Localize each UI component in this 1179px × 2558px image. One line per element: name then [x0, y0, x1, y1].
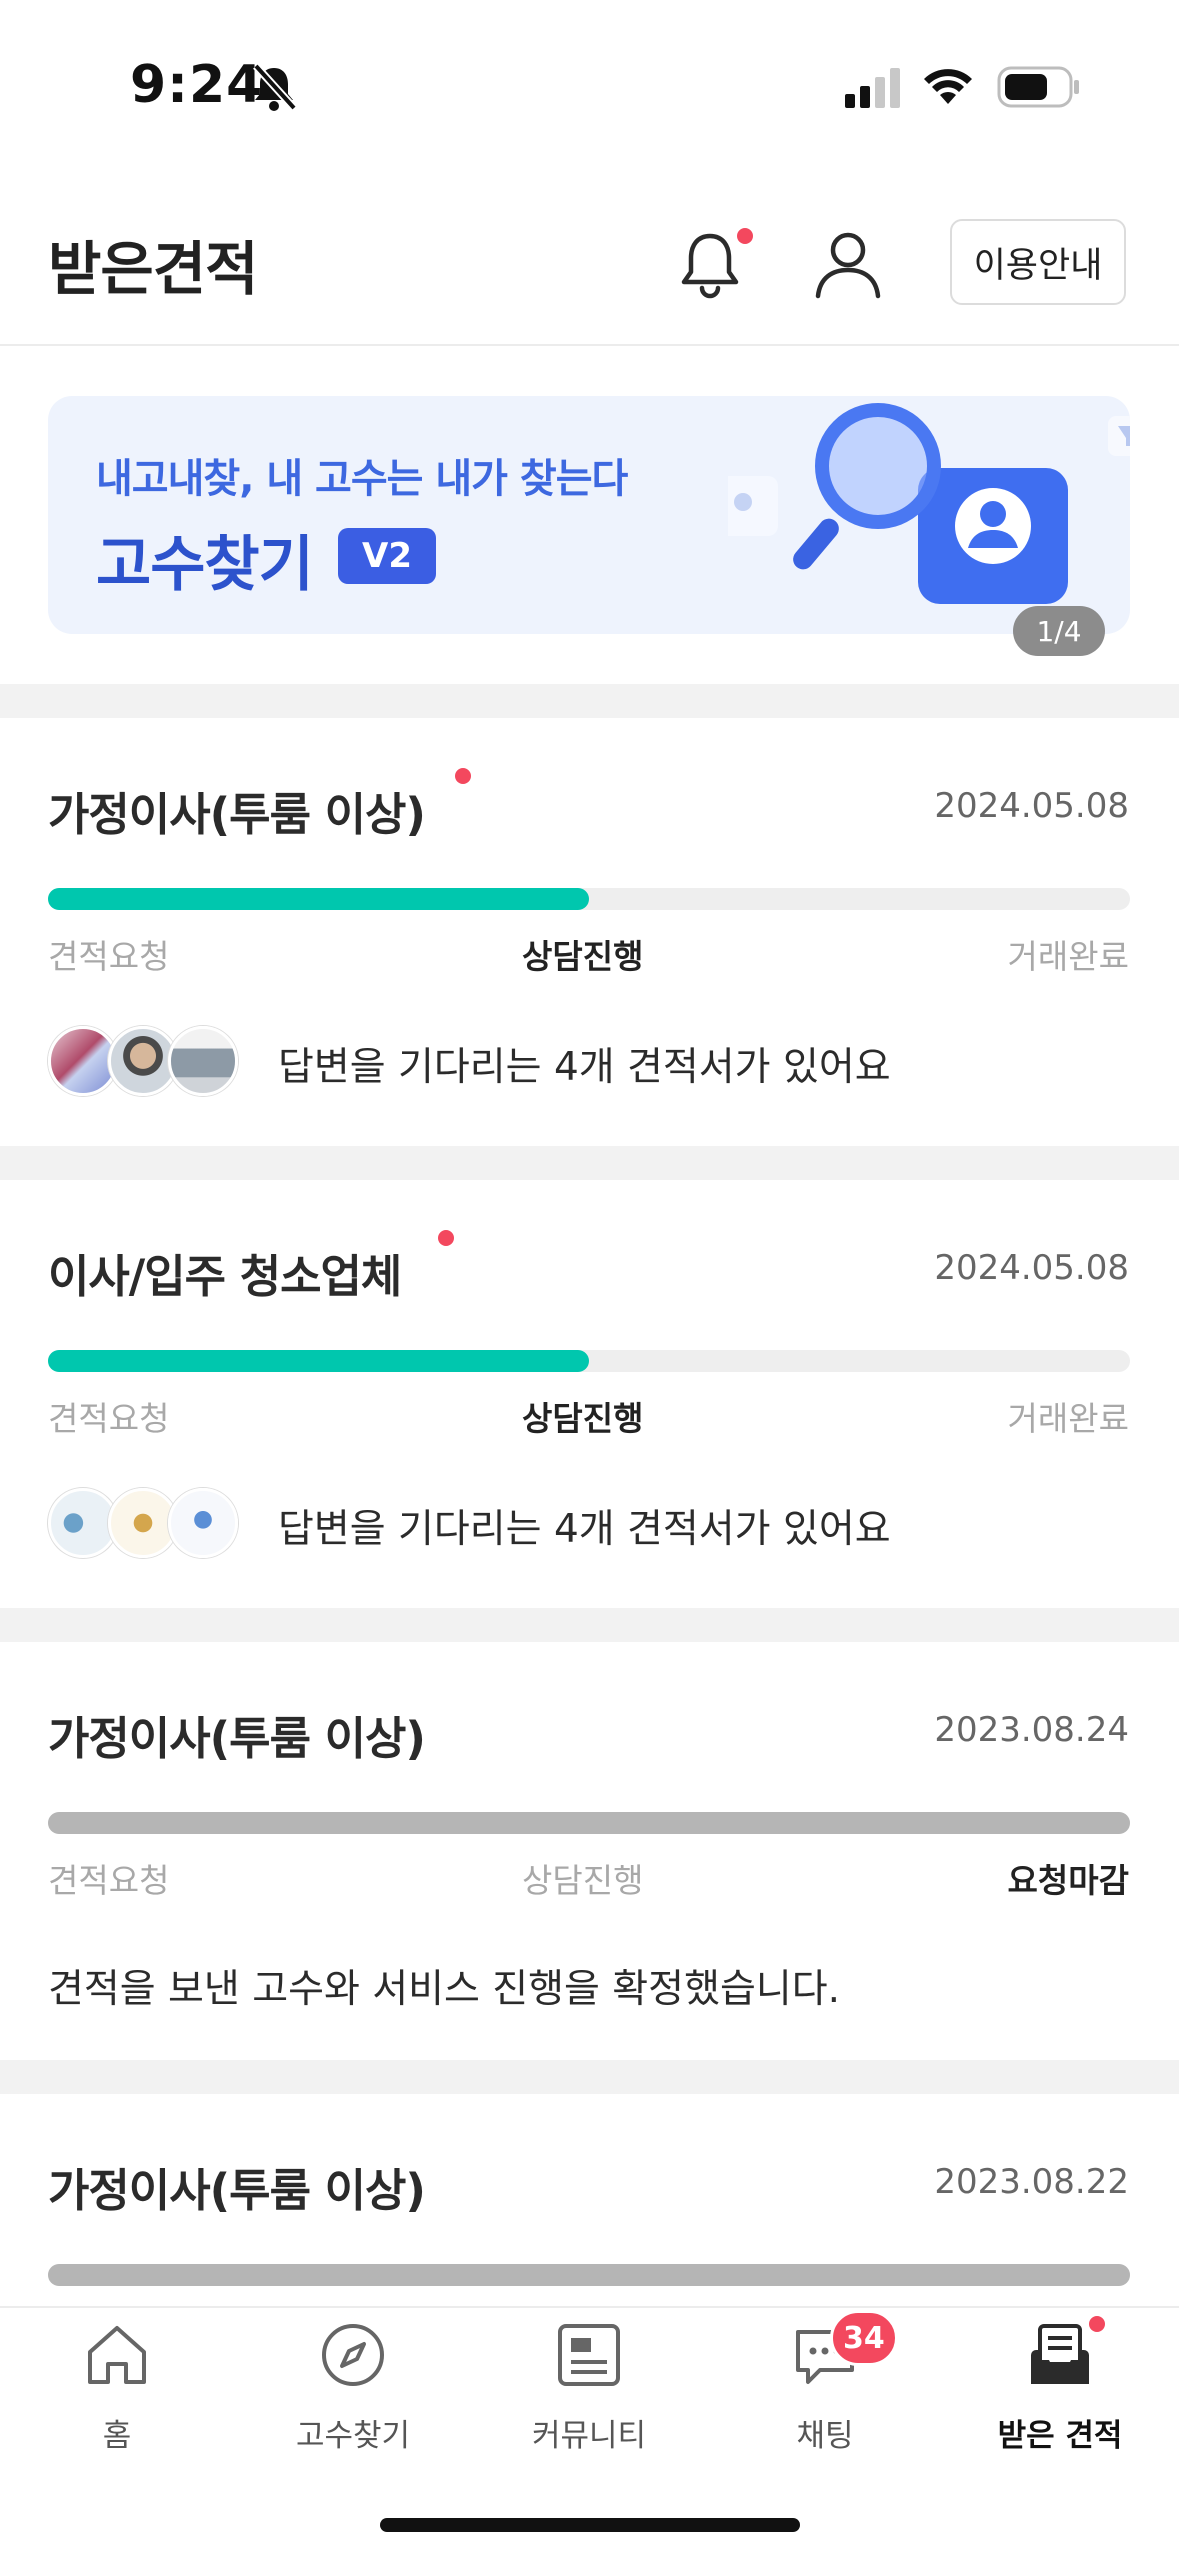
step-complete: 거래완료 [1007, 937, 1129, 976]
quote-status-message: 답변을 기다리는 4개 견적서가 있어요 [278, 1045, 891, 1090]
notification-bell-icon[interactable] [675, 228, 745, 300]
section-divider [0, 1608, 1179, 1642]
progress-fill [48, 888, 589, 910]
quote-date: 2024.05.08 [934, 1248, 1129, 1288]
quote-status-message: 견적을 보낸 고수와 서비스 진행을 확정했습니다. [48, 1967, 840, 2012]
page-title: 받은견적 [48, 235, 258, 303]
step-closed: 요청마감 [1007, 1861, 1129, 1900]
banner-title: 고수찾기 [96, 530, 314, 600]
progress-track [48, 1812, 1130, 1834]
quote-card[interactable]: 가정이사(투룸 이상) 2023.08.22 [0, 2094, 1179, 2306]
quote-card[interactable]: 이사/입주 청소업체 2024.05.08 견적요청 상담진행 거래완료 답변을… [0, 1180, 1179, 1606]
step-consult: 상담진행 [522, 1861, 644, 1900]
progress-track [48, 1350, 1130, 1372]
quote-title: 가정이사(투룸 이상) [48, 788, 426, 841]
unread-dot [438, 1230, 454, 1246]
silent-mode-icon [253, 63, 297, 111]
quote-title: 이사/입주 청소업체 [48, 1250, 402, 1303]
tab-label: 받은 견적 [997, 2418, 1123, 2454]
banner-version-badge: V2 [338, 528, 436, 584]
quote-card[interactable]: 가정이사(투룸 이상) 2023.08.24 견적요청 상담진행 요청마감 견적… [0, 1642, 1179, 2060]
quote-status-message: 답변을 기다리는 4개 견적서가 있어요 [278, 1507, 891, 1552]
tab-label: 고수찾기 [295, 2418, 411, 2454]
quote-date: 2023.08.24 [934, 1710, 1129, 1750]
usage-guide-button[interactable]: 이용안내 [950, 219, 1126, 305]
quote-title: 가정이사(투룸 이상) [48, 1712, 426, 1765]
quote-card[interactable]: 가정이사(투룸 이상) 2024.05.08 견적요청 상담진행 거래완료 답변… [0, 718, 1179, 1144]
progress-track [48, 888, 1130, 910]
notification-dot [737, 228, 753, 244]
section-divider [0, 2060, 1179, 2094]
progress-fill [48, 1350, 589, 1372]
step-request: 견적요청 [48, 1399, 170, 1438]
progress-fill [48, 1812, 1130, 1834]
step-request: 견적요청 [48, 1861, 170, 1900]
wifi-icon [924, 69, 972, 104]
unread-dot [455, 768, 471, 784]
step-request: 견적요청 [48, 937, 170, 976]
quote-date: 2023.08.22 [934, 2162, 1129, 2202]
avatar [168, 1026, 238, 1096]
home-indicator [380, 2518, 800, 2532]
step-consult: 상담진행 [522, 1399, 644, 1438]
tab-label: 홈 [102, 2418, 132, 2454]
promo-banner[interactable]: 내고내찾, 내 고수는 내가 찾는다 고수찾기 V2 [48, 396, 1130, 634]
step-consult: 상담진행 [522, 937, 644, 976]
section-divider [0, 684, 1179, 718]
expert-avatars [48, 1488, 238, 1558]
step-complete: 거래완료 [1007, 1399, 1129, 1438]
progress-fill [48, 2264, 1130, 2286]
inbox-icon [1031, 2324, 1089, 2384]
quote-title: 가정이사(투룸 이상) [48, 2164, 426, 2217]
tab-home[interactable]: 홈 [17, 2320, 217, 2455]
tab-received-quotes[interactable]: 받은 견적 [960, 2320, 1160, 2455]
expert-avatars [48, 1026, 238, 1096]
quote-date: 2024.05.08 [934, 786, 1129, 826]
battery-icon [997, 66, 1079, 108]
tab-community[interactable]: 커뮤니티 [489, 2320, 689, 2455]
status-time: 9:24 [130, 55, 264, 115]
tab-label: 커뮤니티 [531, 2418, 647, 2454]
progress-track [48, 2264, 1130, 2286]
banner-subtitle: 내고내찾, 내 고수는 내가 찾는다 [96, 456, 628, 502]
community-icon [558, 2324, 620, 2386]
profile-icon[interactable] [810, 226, 886, 302]
section-divider [0, 1146, 1179, 1180]
compass-icon [322, 2324, 384, 2386]
banner-page-indicator: 1/4 [1013, 606, 1105, 656]
tab-label: 채팅 [796, 2418, 854, 2454]
home-icon [88, 2326, 146, 2384]
avatar [168, 1488, 238, 1558]
tab-find-expert[interactable]: 고수찾기 [253, 2320, 453, 2455]
cellular-signal-icon [845, 68, 900, 108]
magnifier-profile-illustration [728, 403, 1130, 604]
chat-unread-badge: 34 [830, 2310, 898, 2366]
quotes-unread-dot [1089, 2316, 1105, 2332]
